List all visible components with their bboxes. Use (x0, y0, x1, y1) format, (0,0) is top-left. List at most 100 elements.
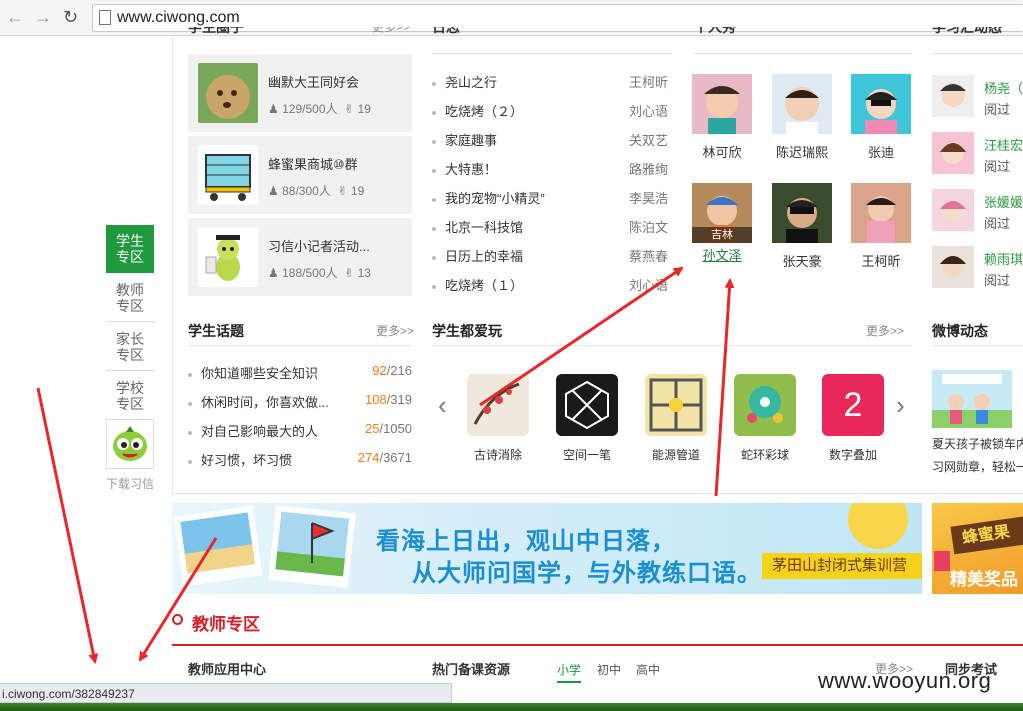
person-card[interactable]: 张迪 (850, 74, 912, 161)
side-nav-label: 家长 (116, 331, 144, 347)
person-name: 林可欣 (702, 145, 742, 160)
diary-author[interactable]: 蔡燕春 (629, 246, 668, 265)
promo-banner[interactable]: 看海上日出，观山中日落， 从大师问国学，与外教练口语。 茅田山封闭式集训营 (172, 503, 922, 594)
feed-user[interactable]: 汪桂宏 (984, 135, 1023, 154)
group-members: 88/300人 (282, 184, 331, 198)
divider (694, 53, 912, 54)
group-card[interactable]: 习信小记者活动... ♟ 188/500人 ✌ 13 (188, 218, 412, 296)
user-avatar (932, 189, 974, 231)
list-item[interactable]: 家庭趣事 关双艺 (432, 128, 672, 148)
list-item[interactable]: 日历上的幸福 蔡燕春 (432, 244, 672, 264)
diary-title: 家庭趣事 (445, 133, 498, 148)
feed-item[interactable]: 汪桂宏 阅过 (932, 132, 1023, 176)
topic-total: /319 (386, 392, 412, 407)
game-icon (556, 374, 618, 436)
diary-author[interactable]: 刘心语 (629, 275, 668, 294)
app-mascot-icon[interactable] (110, 424, 150, 464)
tab-high[interactable]: 高中 (636, 661, 660, 678)
reload-icon[interactable]: ↻ (63, 7, 78, 27)
side-nav-parent[interactable]: 家长 专区 (106, 323, 154, 371)
weibo-text[interactable]: 习网勋章，轻松一 (932, 458, 1023, 475)
diary-author[interactable]: 李昊浩 (629, 188, 668, 207)
groups-more-link[interactable]: 更多>> (372, 27, 410, 35)
diary-author[interactable]: 刘心语 (629, 101, 668, 120)
diary-title: 大特惠！ (445, 162, 498, 177)
list-item[interactable]: 我的宠物“小精灵” 李昊浩 (432, 186, 672, 206)
feed-item[interactable]: 张媛媛 阅过 (932, 189, 1023, 233)
person-card[interactable]: 王柯昕 (850, 183, 912, 270)
person-name[interactable]: 孙文泽 (691, 245, 753, 264)
list-item[interactable]: 好习惯，坏习惯 274/3671 (188, 448, 412, 468)
diary-author[interactable]: 王柯昕 (629, 72, 668, 91)
feed-item[interactable]: 杨尧（ 阅过 (932, 75, 1023, 119)
list-item[interactable]: 大特惠！ 路雅绚 (432, 157, 672, 177)
divider (432, 53, 672, 54)
arrow-right-icon[interactable]: → (34, 7, 52, 27)
download-app-link[interactable]: 下载习信 (106, 475, 154, 492)
divider (172, 644, 1023, 646)
teacher-app-center[interactable]: 教师应用中心 (188, 659, 266, 678)
person-name: 张迪 (867, 145, 894, 160)
person-card[interactable]: 陈迟瑞熙 (771, 74, 833, 161)
tab-middle[interactable]: 初中 (597, 661, 621, 678)
weibo-image[interactable] (932, 370, 1012, 428)
diary-title: 我的宠物“小精灵” (445, 191, 545, 206)
people-header: 个人秀 (694, 27, 736, 35)
feed-item[interactable]: 赖雨琪 阅过 (932, 246, 1023, 290)
side-nav-label: 专区 (116, 298, 144, 314)
list-item[interactable]: 休闲时间，你喜欢做... 108/319 (188, 390, 412, 410)
more-link[interactable]: 更多>> (376, 322, 414, 339)
group-members: 129/500人 (282, 102, 338, 116)
diary-title: 吃烧烤（１） (445, 278, 524, 293)
list-item[interactable]: 北京一科技馆 陈泊文 (432, 215, 672, 235)
list-item[interactable]: 吃烧烤（２） 刘心语 (432, 99, 672, 119)
more-link[interactable]: 更多>> (866, 322, 904, 339)
feed-action: 阅过 (984, 159, 1011, 174)
tab-primary[interactable]: 小学 (557, 661, 582, 683)
side-nav-student[interactable]: 学生 专区 (106, 225, 154, 273)
diary-author[interactable]: 陈泊文 (629, 217, 668, 236)
game-item[interactable]: 2 数字叠加 (818, 374, 888, 463)
chevron-right-icon[interactable]: › (896, 390, 905, 421)
side-nav-school[interactable]: 学校 专区 (106, 372, 154, 420)
person-card[interactable]: 吉林 孙文泽 (691, 183, 753, 264)
game-label: 空间一笔 (562, 448, 611, 462)
side-nav-label: 学校 (116, 380, 144, 396)
diary-author[interactable]: 路雅绚 (629, 159, 668, 178)
game-item[interactable]: 蛇环彩球 (730, 374, 800, 463)
list-item[interactable]: 对自己影响最大的人 25/1050 (188, 419, 412, 439)
diary-title: 尧山之行 (445, 75, 498, 90)
banner-headline: 从大师问国学，与外教练口语。 (412, 560, 762, 587)
bee-mascot-icon (198, 227, 258, 287)
diary-title: 日历上的幸福 (445, 249, 524, 264)
game-item[interactable]: 空间一笔 (552, 374, 622, 463)
arrow-left-icon[interactable]: ← (6, 7, 24, 27)
game-item[interactable]: 能源管道 (641, 374, 711, 463)
person-card[interactable]: 张天豪 (771, 183, 833, 270)
list-item[interactable]: 你知道哪些安全知识 92/216 (188, 361, 412, 381)
diary-author[interactable]: 关双艺 (629, 130, 668, 149)
game-item[interactable]: 古诗消除 (463, 374, 533, 463)
side-promo-banner[interactable]: 蜂蜜果 精美奖品 (932, 503, 1023, 594)
side-nav-teacher[interactable]: 教师 专区 (106, 274, 154, 322)
divider (172, 493, 1023, 494)
feed-action: 阅过 (984, 102, 1011, 117)
feed-user[interactable]: 张媛媛 (984, 192, 1023, 211)
group-card[interactable]: 幽默大王同好会 ♟ 129/500人 ✌ 19 (188, 54, 412, 132)
feed-user[interactable]: 杨尧（ (984, 78, 1023, 97)
group-card[interactable]: 蜂蜜果商城⑩群 ♟ 88/300人 ✌ 19 (188, 136, 412, 214)
chevron-left-icon[interactable]: ‹ (438, 390, 447, 421)
person-name: 陈迟瑞熙 (775, 145, 828, 160)
user-avatar (932, 132, 974, 174)
topic-total: /1050 (379, 421, 412, 436)
person-card[interactable]: 林可欣 (691, 74, 753, 161)
person-photo (692, 74, 752, 134)
weibo-text[interactable]: 夏天孩子被锁车内 (932, 435, 1023, 452)
groups-header: 学生圈子 (188, 27, 244, 35)
feed-user[interactable]: 赖雨琪 (984, 249, 1023, 268)
groups-header-clipped: 学生圈子 更多>> (188, 27, 412, 39)
list-item[interactable]: 吃烧烤（１） 刘心语 (432, 273, 672, 293)
person-name: 张天豪 (782, 254, 822, 269)
list-item[interactable]: 尧山之行 王柯昕 (432, 70, 672, 90)
thumbs-up-icon: ✌ (337, 184, 348, 198)
